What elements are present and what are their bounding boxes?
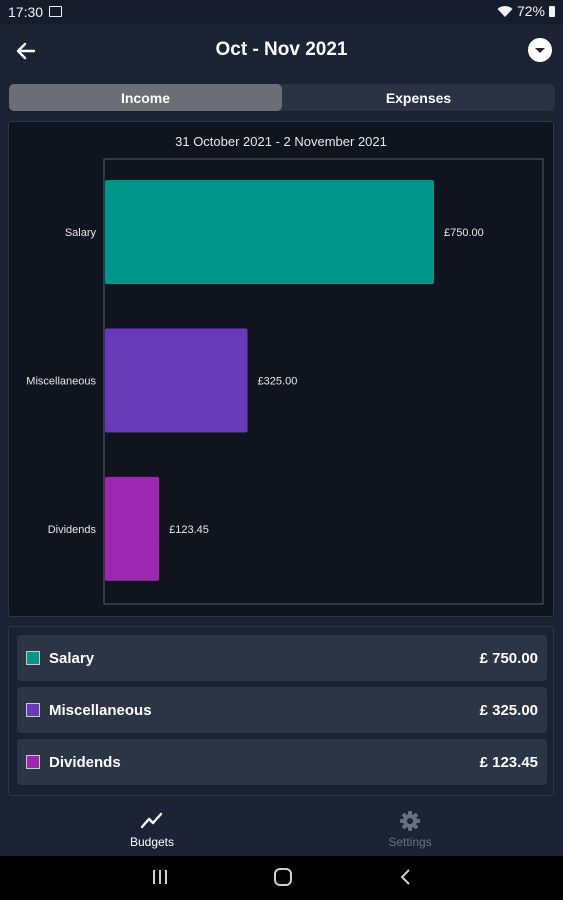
legend-swatch	[26, 651, 40, 665]
gallery-notification-icon	[49, 6, 62, 17]
legend-card: Salary £ 750.00 Miscellaneous £ 325.00 D…	[8, 626, 554, 796]
system-nav-bar	[0, 856, 563, 900]
nav-label: Settings	[388, 835, 432, 849]
trending-up-icon	[140, 812, 163, 829]
chevron-down-circle-icon[interactable]	[528, 38, 552, 62]
legend-label: Miscellaneous	[49, 701, 152, 719]
chart-card: 31 October 2021 - 2 November 2021 Salary…	[8, 121, 554, 617]
legend-row-salary[interactable]: Salary £ 750.00	[17, 635, 547, 681]
gear-icon	[400, 811, 420, 831]
nav-label: Budgets	[129, 835, 175, 849]
legend-row-miscellaneous[interactable]: Miscellaneous £ 325.00	[17, 687, 547, 733]
bar-dividends[interactable]	[105, 476, 160, 581]
nav-settings[interactable]: Settings	[350, 810, 470, 849]
battery-percent: 72%	[516, 3, 545, 19]
legend-swatch	[26, 755, 40, 769]
bottom-nav: Budgets Settings	[0, 803, 563, 856]
battery-icon	[549, 5, 555, 17]
app-header: Oct - Nov 2021	[0, 24, 563, 80]
legend-label: Salary	[49, 649, 95, 667]
legend-row-dividends[interactable]: Dividends £ 123.45	[17, 739, 547, 785]
tab-bar: Income Expenses	[9, 84, 555, 111]
data-label: £750.00	[444, 227, 484, 239]
data-label: £123.45	[169, 524, 209, 536]
recents-icon[interactable]	[150, 867, 170, 887]
bar-salary[interactable]	[105, 180, 434, 285]
page-title: Oct - Nov 2021	[215, 39, 348, 60]
back-icon[interactable]	[396, 867, 416, 887]
tick-label: Miscellaneous	[26, 376, 96, 388]
home-icon[interactable]	[272, 867, 294, 887]
legend-swatch	[26, 703, 40, 717]
legend-value: £ 325.00	[479, 701, 538, 719]
data-label: £325.00	[258, 376, 298, 388]
tick-label: Dividends	[48, 524, 97, 536]
status-time: 17:30	[8, 4, 44, 20]
legend-value: £ 750.00	[479, 649, 538, 667]
legend-label: Dividends	[49, 753, 121, 771]
bar-miscellaneous[interactable]	[105, 328, 248, 433]
wifi-icon	[497, 5, 513, 17]
income-bar-chart: Salary £750.00 Miscellaneous £325.00 Dividen…	[26, 158, 544, 605]
status-bar: 17:30 72%	[0, 0, 563, 24]
status-right: 72%	[497, 3, 555, 19]
legend-value: £ 123.45	[479, 753, 538, 771]
nav-budgets[interactable]: Budgets	[92, 810, 212, 849]
tab-expenses[interactable]: Expenses	[282, 84, 555, 111]
tab-income[interactable]: Income	[9, 84, 282, 111]
tick-label: Salary	[65, 227, 97, 239]
